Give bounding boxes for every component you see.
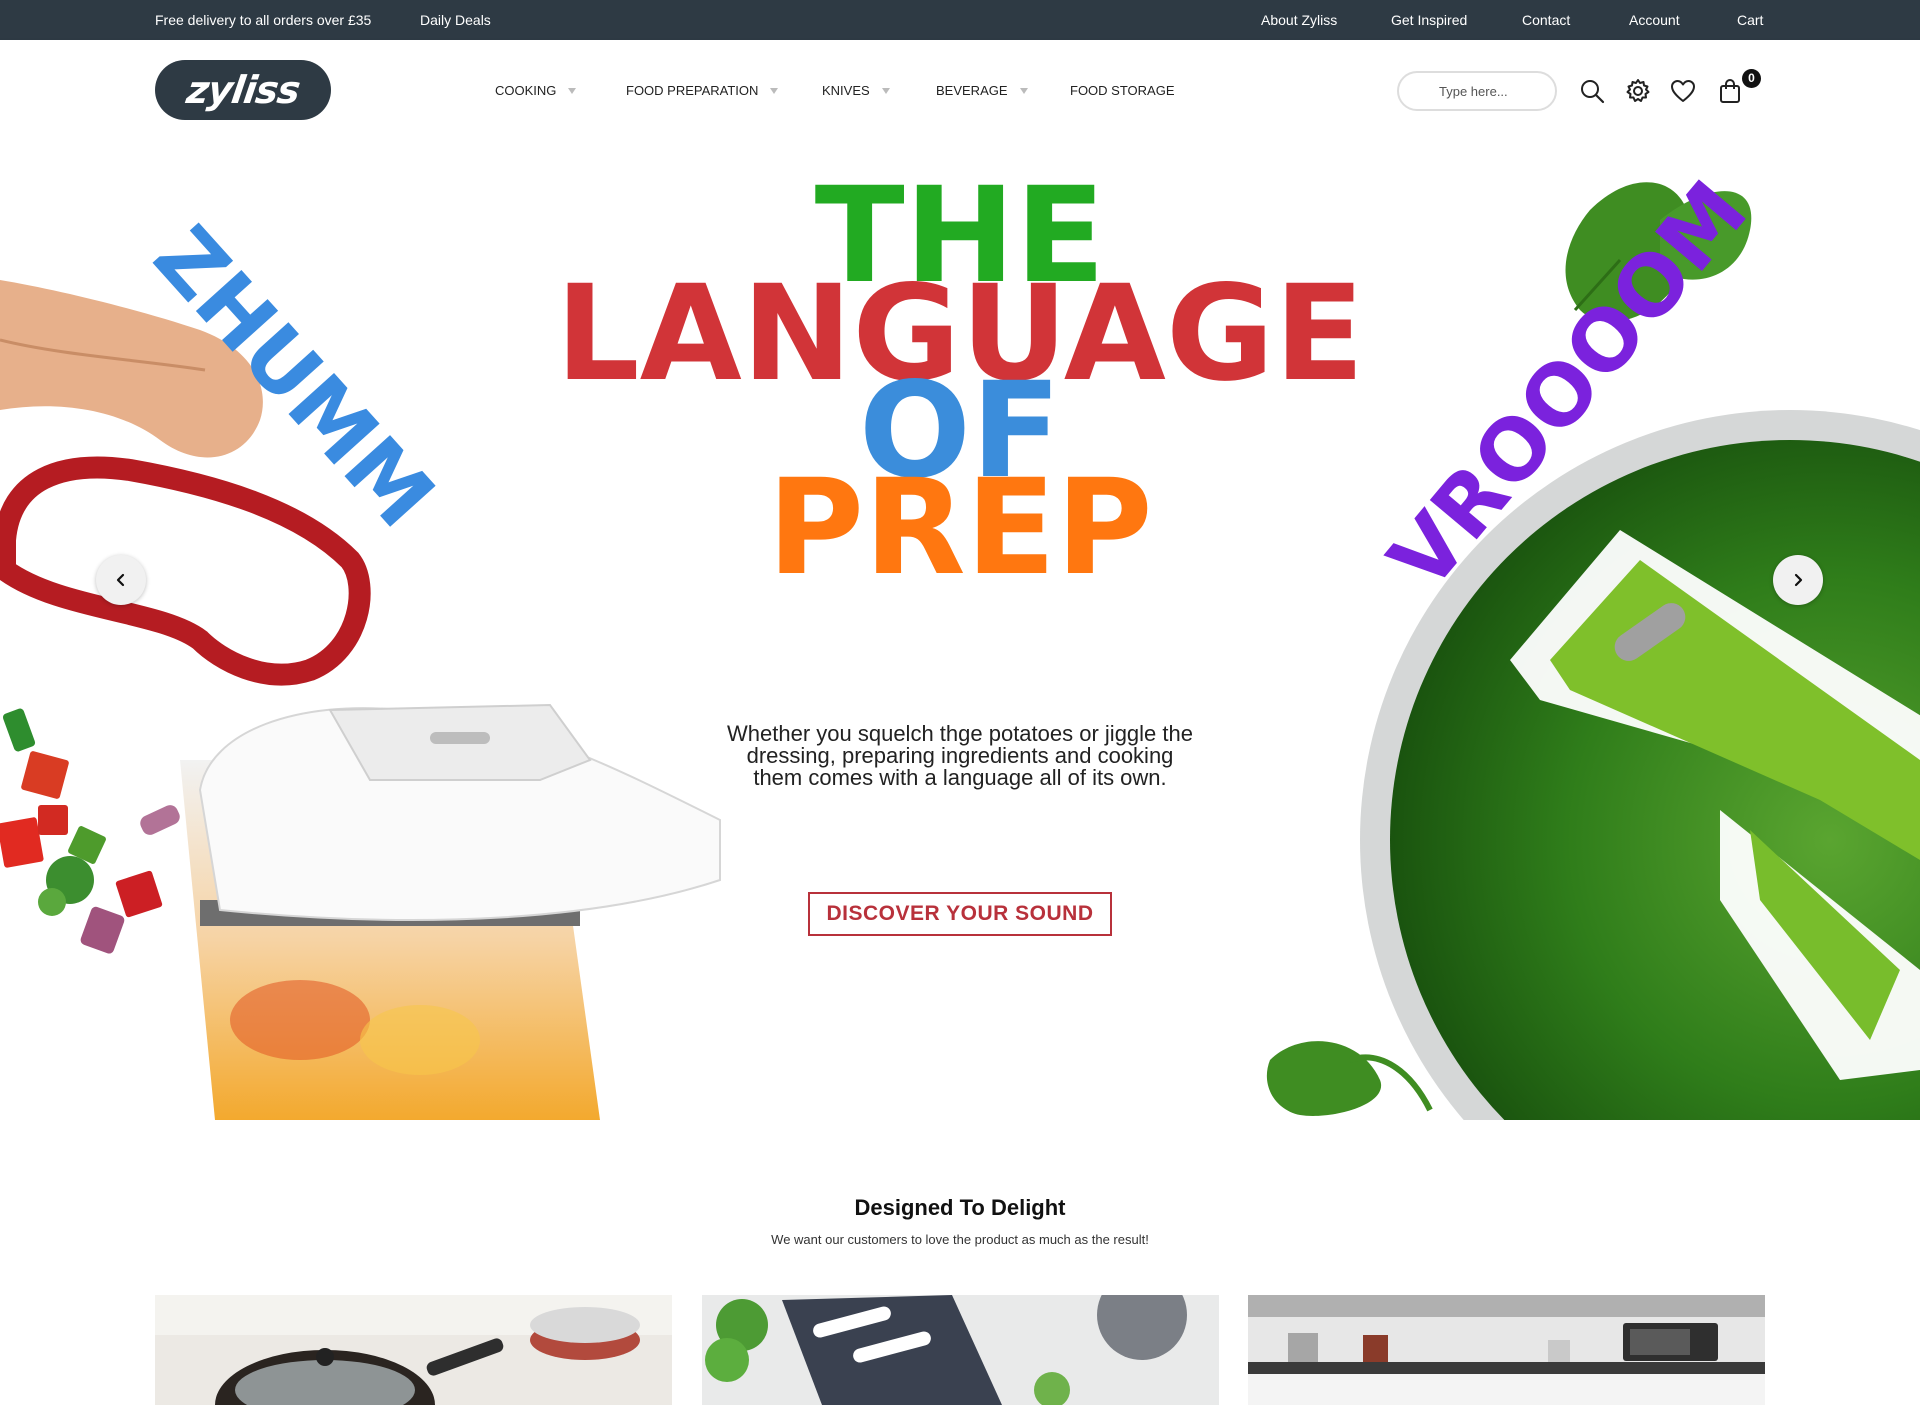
section-title: Designed To Delight	[854, 1195, 1066, 1220]
nav-food-storage[interactable]: FOOD STORAGE	[1070, 83, 1175, 98]
heart-icon[interactable]	[1668, 76, 1698, 106]
free-delivery-notice: Free delivery to all orders over £35	[155, 12, 372, 28]
search-input[interactable]	[1397, 71, 1557, 111]
kitchen-image	[1248, 1295, 1765, 1405]
hero-carousel: ZHUMM VROOOOM THE LANGUAGE OF PREP Wheth…	[0, 140, 1920, 1120]
logo-wordmark: zyliss	[183, 68, 303, 112]
nav-food-storage-label: FOOD STORAGE	[1070, 83, 1175, 98]
discover-your-sound-button[interactable]: DISCOVER YOUR SOUND	[808, 892, 1112, 936]
settings-gear-icon[interactable]	[1623, 76, 1653, 106]
cart-count-badge: 0	[1742, 69, 1761, 88]
get-inspired-link[interactable]: Get Inspired	[1391, 12, 1467, 28]
vegetable-pieces	[0, 708, 180, 954]
chevron-right-icon	[1794, 573, 1803, 587]
product-card-kitchen[interactable]	[1248, 1295, 1765, 1405]
nav-knives-label: KNIVES	[822, 83, 870, 98]
nav-food-preparation[interactable]: FOOD PREPARATION	[626, 83, 779, 98]
headline-prep: PREP	[767, 451, 1153, 605]
nav-beverage[interactable]: BEVERAGE	[936, 83, 1028, 98]
nav-food-preparation-label: FOOD PREPARATION	[626, 83, 759, 98]
nav-beverage-label: BEVERAGE	[936, 83, 1008, 98]
chevron-down-icon	[568, 87, 577, 94]
about-zyliss-link[interactable]: About Zyliss	[1261, 12, 1337, 28]
zyliss-logo[interactable]: zyliss	[155, 60, 331, 120]
hero-subtext: Whether you squelch thge potatoes or jig…	[640, 723, 1280, 789]
hero-subtext-line: Whether you squelch thge potatoes or jig…	[727, 721, 1193, 746]
cart-link[interactable]: Cart	[1737, 12, 1763, 28]
site-header: zyliss COOKING FOOD PREPARATION KNIVES B…	[0, 40, 1920, 140]
contact-link[interactable]: Contact	[1522, 12, 1570, 28]
hero-subtext-line: dressing, preparing ingredients and cook…	[746, 743, 1174, 768]
cookware-image	[155, 1295, 672, 1405]
hero-subtext-line: them comes with a language all of its ow…	[753, 765, 1167, 790]
top-bar: Free delivery to all orders over £35 Dai…	[0, 0, 1920, 40]
knife-block-image	[702, 1295, 1219, 1405]
chevron-down-icon	[770, 87, 779, 94]
daily-deals-link[interactable]: Daily Deals	[420, 12, 491, 28]
chevron-down-icon	[1019, 87, 1028, 94]
nav-knives[interactable]: KNIVES	[822, 83, 890, 98]
shopping-bag-icon[interactable]	[1715, 76, 1745, 106]
section-subtitle: We want our customers to love the produc…	[771, 1232, 1149, 1247]
chevron-left-icon	[116, 573, 125, 587]
carousel-next-button[interactable]	[1773, 555, 1823, 605]
search-icon[interactable]	[1577, 76, 1607, 106]
product-card-cookware[interactable]	[155, 1295, 672, 1405]
product-card-knives[interactable]	[702, 1295, 1219, 1405]
nav-cooking[interactable]: COOKING	[495, 83, 577, 98]
chevron-down-icon	[881, 87, 890, 94]
carousel-prev-button[interactable]	[96, 555, 146, 605]
account-link[interactable]: Account	[1629, 12, 1680, 28]
nav-cooking-label: COOKING	[495, 83, 557, 98]
